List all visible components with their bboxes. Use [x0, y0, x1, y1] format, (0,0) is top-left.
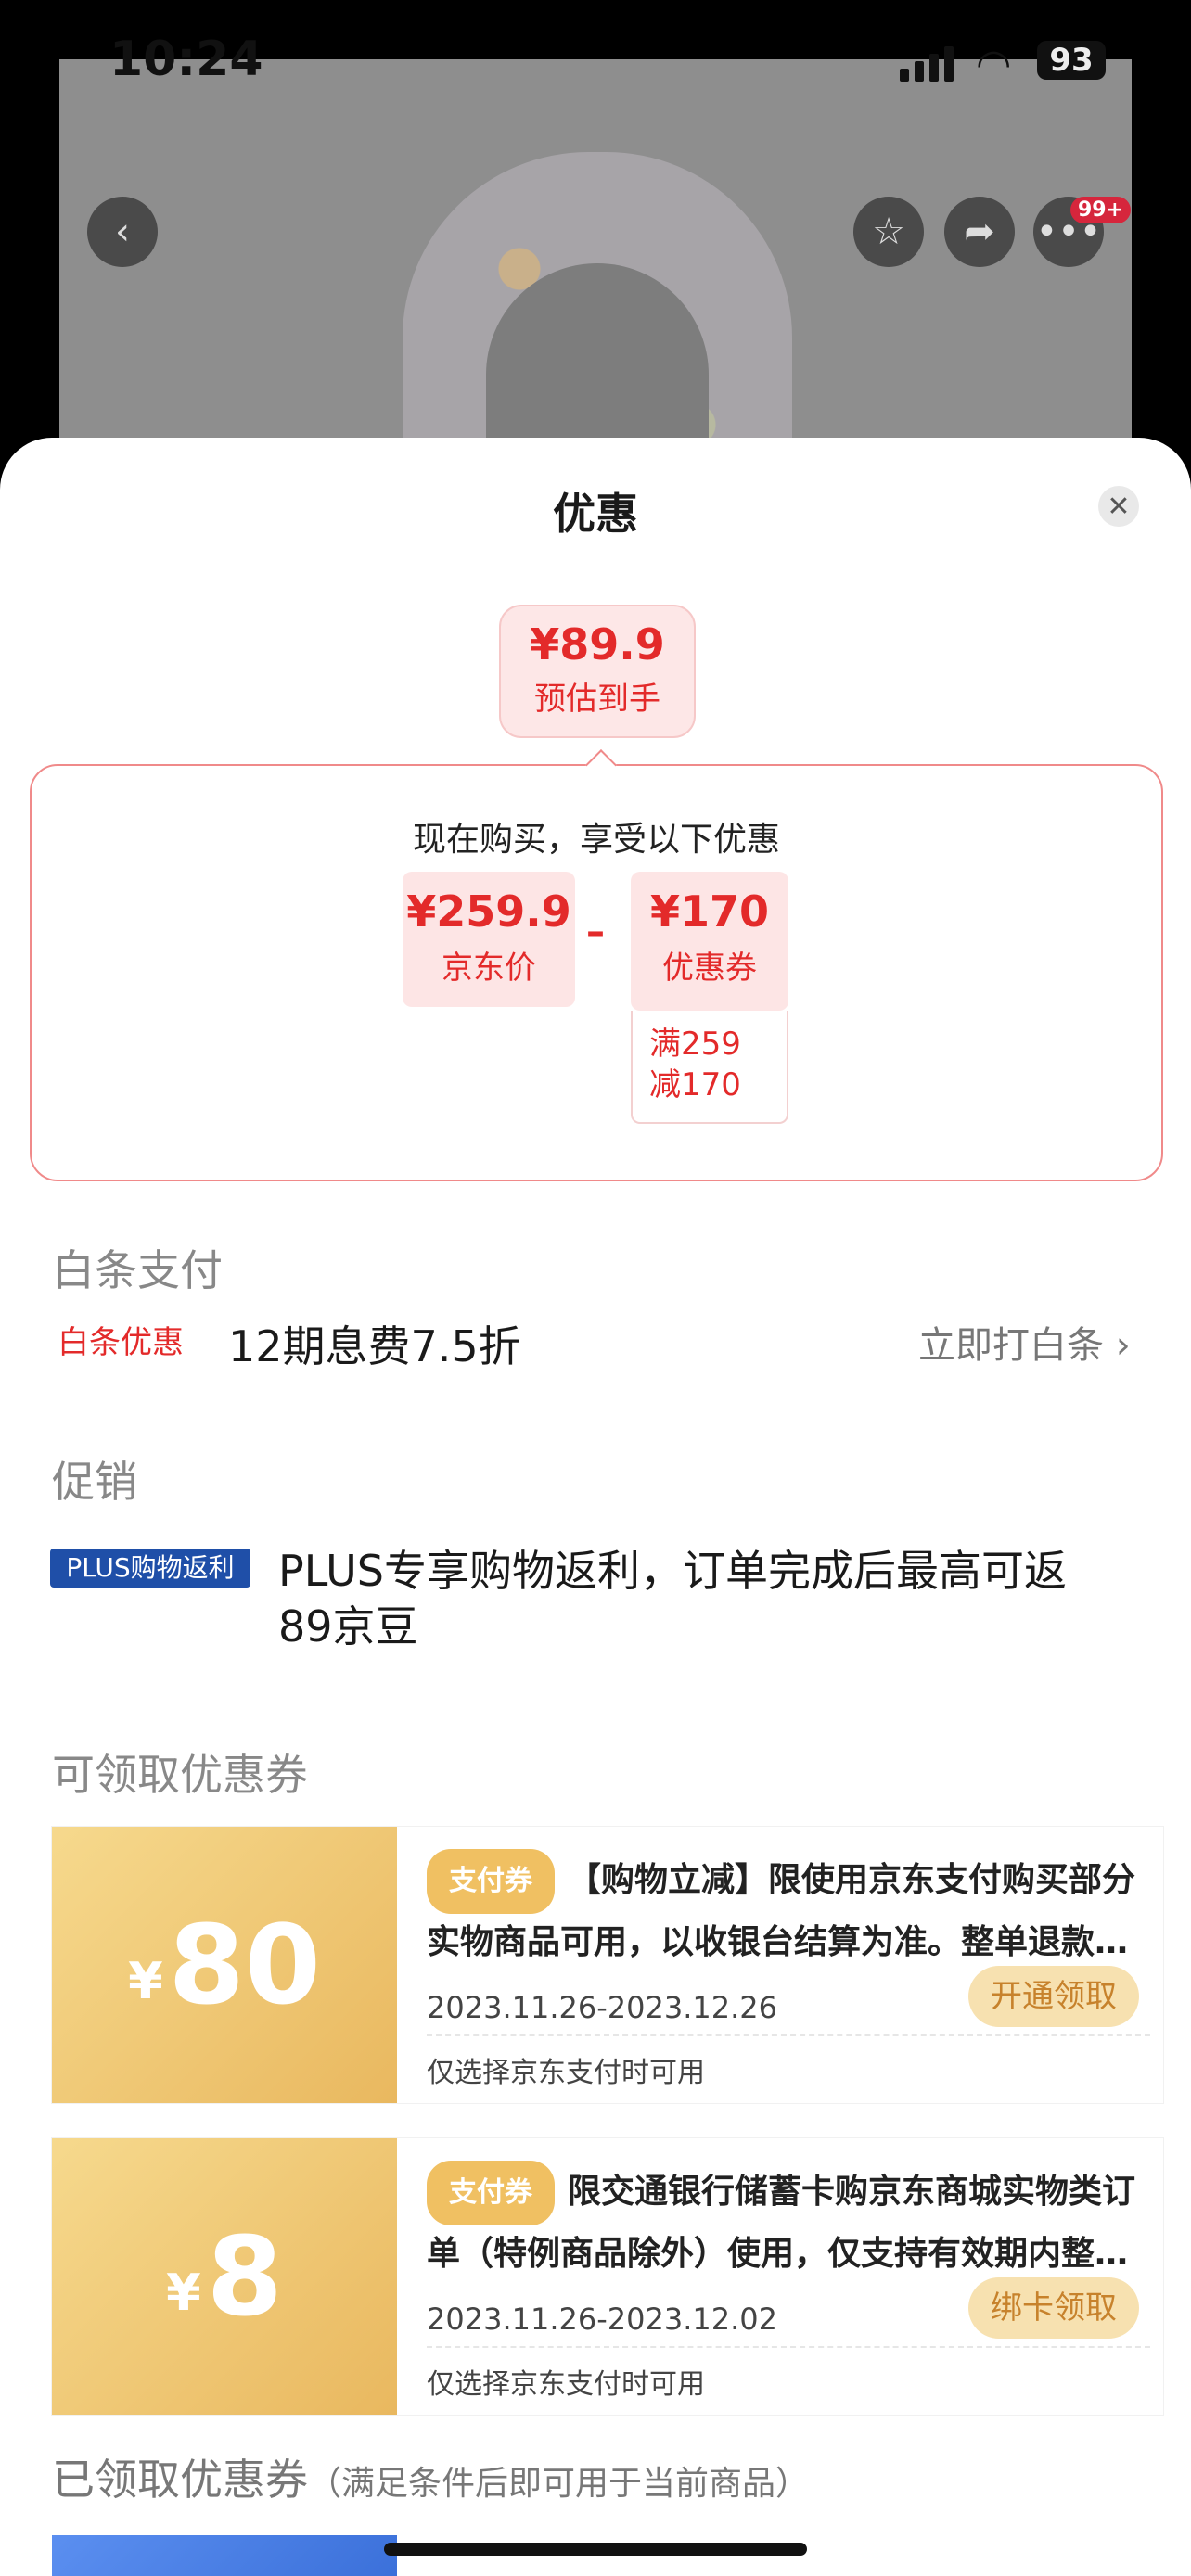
estimated-price-label: 预估到手 [534, 681, 660, 718]
jd-price-card: ¥259.9 京东价 [403, 872, 575, 1007]
price-breakdown: 现在购买，享受以下优惠 ¥259.9 京东价 – ¥170 优惠券 满259 减… [30, 749, 1163, 1181]
coupon-item: ¥ 80 支付券 【购物立减】限使用京东支付购买部分实物商品可用，以收银台结算为准… [52, 1827, 1163, 2103]
sheet-title: 优惠 [553, 489, 638, 539]
signal-icon [900, 46, 954, 82]
jd-price-label: 京东价 [442, 950, 536, 987]
bind-card-claim-button[interactable]: 绑卡领取 [968, 2277, 1139, 2339]
coupon-condition: 满259 减170 [631, 1011, 788, 1124]
coupon-condition-line1: 满259 [649, 1026, 741, 1063]
coupon-label: 优惠券 [662, 950, 757, 987]
open-baitiao-link[interactable]: 立即打白条 › [918, 1315, 1131, 1369]
claimed-coupon-preview [52, 2535, 397, 2576]
coupon-amount: 80 [168, 1901, 321, 2029]
divider [427, 2346, 1150, 2348]
chevron-left-icon: ‹ [115, 210, 130, 253]
close-icon: ✕ [1107, 490, 1131, 523]
status-bar: 10:24 ◠ 93 [0, 0, 1191, 88]
jd-price-value: ¥259.9 [406, 886, 571, 937]
coupon-amount-block: ¥ 8 [52, 2138, 397, 2415]
baitiao-offer-text: 12期息费7.5折 [228, 1321, 521, 1371]
estimated-price-card: ¥89.9 预估到手 [499, 605, 696, 738]
star-icon: ☆ [872, 210, 905, 253]
coupon-details: 支付券 【购物立减】限使用京东支付购买部分实物商品可用，以收银台结算为准。整单退款… [427, 1849, 1150, 1964]
discount-sheet: 优惠 ✕ ¥89.9 预估到手 现在购买，享受以下优惠 ¥259.9 京东价 –… [0, 438, 1191, 2576]
coupon-note: 仅选择京东支付时可用 [427, 2057, 705, 2089]
home-indicator [384, 2543, 807, 2556]
coupon-amount: 8 [206, 2213, 283, 2340]
available-coupons-title: 可领取优惠券 [52, 1750, 308, 1800]
baitiao-section-title: 白条支付 [52, 1245, 223, 1295]
breakdown-heading: 现在购买，享受以下优惠 [412, 821, 780, 859]
coupon-amount-block: ¥ 80 [52, 1827, 397, 2103]
claim-coupon-button[interactable]: 开通领取 [968, 1966, 1139, 2027]
coupon-description: 支付券 【购物立减】限使用京东支付购买部分实物商品可用，以收银台结算为准。整单退款… [427, 1849, 1150, 1964]
wifi-icon: ◠ [976, 41, 1012, 88]
coupon-validity: 2023.11.26-2023.12.26 [427, 1990, 777, 2025]
claimed-title-text: 已领取优惠券 [52, 2455, 308, 2505]
promo-section-title: 促销 [52, 1457, 137, 1507]
coupon-currency: ¥ [166, 2263, 201, 2322]
plus-rebate-text: PLUS专享购物返利，订单完成后最高可返89京豆 [278, 1546, 1067, 1651]
pay-coupon-tag: 支付券 [427, 1849, 555, 1914]
divider [427, 2034, 1150, 2036]
close-button[interactable]: ✕ [1098, 486, 1139, 527]
estimated-price: ¥89.9 [530, 619, 665, 670]
caret-icon [585, 749, 617, 781]
message-badge: 99+ [1070, 197, 1132, 223]
coupon-validity: 2023.11.26-2023.12.02 [427, 2302, 777, 2337]
back-button[interactable]: ‹ [87, 197, 158, 267]
baitiao-tag: 白条优惠 [58, 1324, 184, 1361]
battery-icon: 93 [1037, 41, 1106, 80]
minus-sign: – [586, 911, 605, 953]
coupon-details: 支付券 限交通银行储蓄卡购京东商城实物类订单（特例商品除外）使用，仅支持有效期内整… [427, 2161, 1150, 2276]
favorite-button[interactable]: ☆ [853, 197, 924, 267]
plus-rebate-tag: PLUS购物返利 [50, 1549, 250, 1588]
coupon-card: ¥170 优惠券 [631, 872, 788, 1011]
status-time: 10:24 [109, 32, 263, 87]
share-button[interactable]: ➦ [944, 197, 1015, 267]
claimed-subtitle: （满足条件后即可用于当前商品） [308, 2465, 810, 2503]
pay-coupon-tag: 支付券 [427, 2161, 555, 2225]
coupon-condition-line2: 减170 [649, 1066, 741, 1103]
coupon-note: 仅选择京东支付时可用 [427, 2368, 705, 2401]
claimed-coupons-title: 已领取优惠券（满足条件后即可用于当前商品） [52, 2446, 809, 2507]
coupon-item: ¥ 8 支付券 限交通银行储蓄卡购京东商城实物类订单（特例商品除外）使用，仅支持有… [52, 2138, 1163, 2415]
share-icon: ➦ [964, 210, 995, 253]
coupon-value: ¥170 [649, 886, 770, 937]
coupon-description: 支付券 限交通银行储蓄卡购京东商城实物类订单（特例商品除外）使用，仅支持有效期内整… [427, 2161, 1150, 2276]
coupon-currency: ¥ [128, 1951, 163, 2010]
